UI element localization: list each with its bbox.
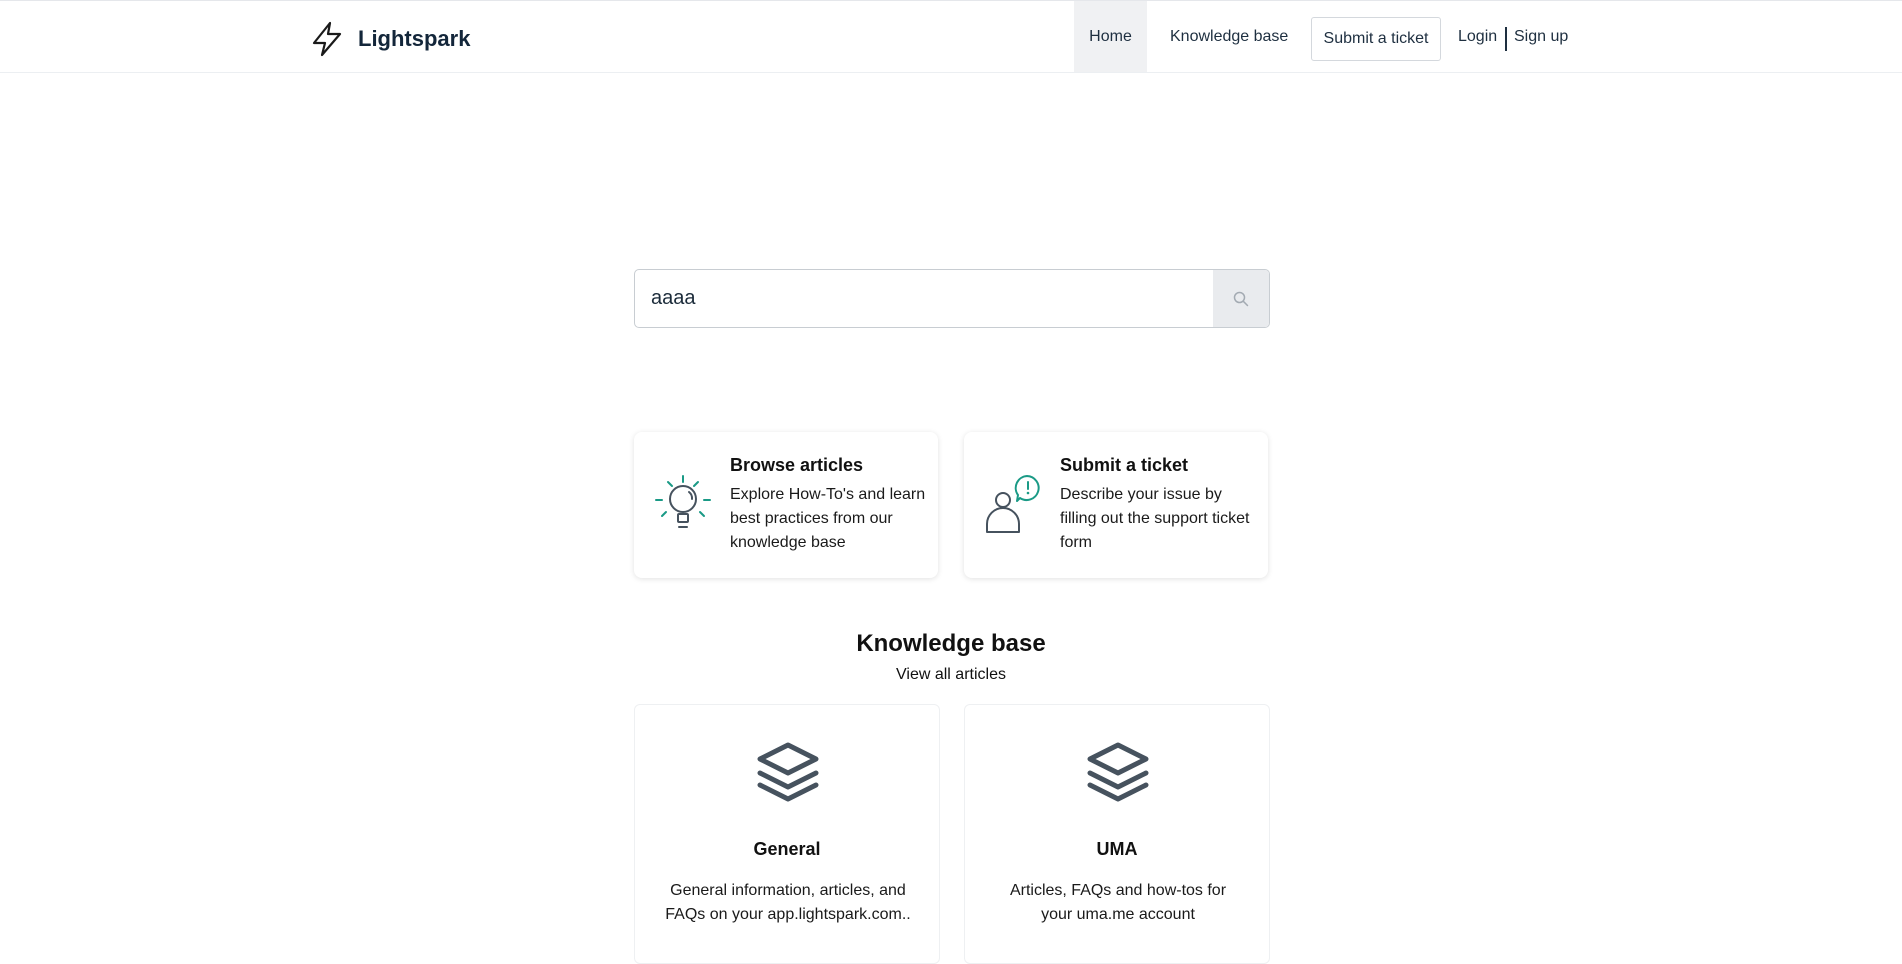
search-bar bbox=[634, 269, 1270, 328]
card-description: Describe your issue by filling out the s… bbox=[1060, 486, 1250, 551]
submit-ticket-card[interactable]: Submit a ticket Describe your issue by f… bbox=[964, 432, 1268, 578]
category-card-general[interactable]: General General information, articles, a… bbox=[634, 704, 940, 964]
category-card-uma[interactable]: UMA Articles, FAQs and how-tos for your … bbox=[964, 704, 1270, 964]
nav-submit-ticket-button[interactable]: Submit a ticket bbox=[1311, 17, 1441, 61]
nav-divider bbox=[1505, 27, 1507, 51]
layers-icon bbox=[757, 742, 819, 802]
search-icon bbox=[1233, 291, 1249, 306]
category-title: General bbox=[753, 839, 821, 859]
search-input[interactable] bbox=[635, 270, 1215, 327]
category-description: General information, articles, and FAQs … bbox=[665, 882, 911, 923]
card-title: Browse articles bbox=[730, 455, 864, 475]
view-all-articles-link[interactable]: View all articles bbox=[896, 666, 1006, 683]
knowledge-base-heading: Knowledge base bbox=[856, 630, 1046, 657]
browse-articles-card[interactable]: Browse articles Explore How-To's and lea… bbox=[634, 432, 938, 578]
view-all-articles-row: View all articles bbox=[0, 666, 1902, 684]
nav-home[interactable]: Home bbox=[1074, 1, 1147, 72]
nav-login-link[interactable]: Login bbox=[1458, 28, 1497, 46]
layers-icon bbox=[1087, 742, 1149, 802]
person-alert-icon bbox=[986, 475, 1040, 533]
brand-name: Lightspark bbox=[358, 26, 471, 51]
card-description: Explore How-To's and learn best practice… bbox=[730, 486, 926, 551]
brand-logo[interactable]: Lightspark bbox=[310, 21, 470, 57]
category-description: Articles, FAQs and how-tos for your uma.… bbox=[1009, 882, 1227, 923]
nav-signup-link[interactable]: Sign up bbox=[1514, 28, 1568, 46]
category-title: UMA bbox=[1096, 839, 1138, 859]
lightbulb-icon bbox=[655, 475, 711, 528]
lightning-bolt-icon bbox=[312, 21, 342, 57]
nav-knowledge-base[interactable]: Knowledge base bbox=[1160, 1, 1298, 72]
card-title: Submit a ticket bbox=[1060, 455, 1189, 475]
site-header: Lightspark Home Knowledge base Submit a … bbox=[0, 1, 1902, 73]
search-button[interactable] bbox=[1213, 270, 1269, 327]
